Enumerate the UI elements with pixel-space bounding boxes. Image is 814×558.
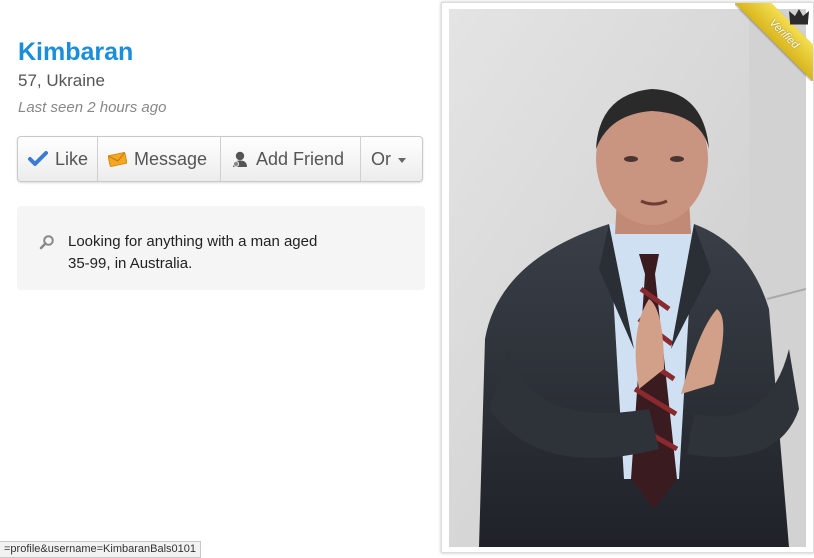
photo-illustration <box>449 9 806 547</box>
like-button[interactable]: Like <box>18 137 98 181</box>
profile-age-location: 57, Ukraine <box>18 71 105 90</box>
looking-for-box: Looking for anything with a man aged 35-… <box>17 206 425 290</box>
status-bar-url: =profile&username=KimbaranBals0101 <box>0 541 202 558</box>
chevron-down-icon <box>398 157 406 163</box>
crown-icon <box>788 7 810 30</box>
add-friend-label: Add Friend <box>256 148 345 169</box>
action-bar: Like Message Add Friend Or <box>17 136 423 182</box>
profile-photo[interactable] <box>449 9 806 547</box>
person-add-icon <box>231 150 249 168</box>
checkmark-icon <box>28 151 48 167</box>
looking-for-text: Looking for anything with a man aged 35-… <box>68 233 318 272</box>
verified-badge: Verified <box>735 3 813 81</box>
like-label: Like <box>55 148 89 169</box>
message-label: Message <box>134 148 208 169</box>
profile-name: Kimbaran <box>18 38 134 66</box>
message-button[interactable]: Message <box>98 137 221 181</box>
last-seen: Last seen 2 hours ago <box>18 99 167 116</box>
envelope-icon <box>108 151 127 167</box>
add-friend-button[interactable]: Add Friend <box>221 137 361 181</box>
profile-photo-frame: Verified <box>441 2 814 553</box>
search-icon <box>39 234 55 255</box>
more-options-dropdown[interactable]: Or <box>361 137 422 181</box>
or-label: Or <box>371 148 391 169</box>
